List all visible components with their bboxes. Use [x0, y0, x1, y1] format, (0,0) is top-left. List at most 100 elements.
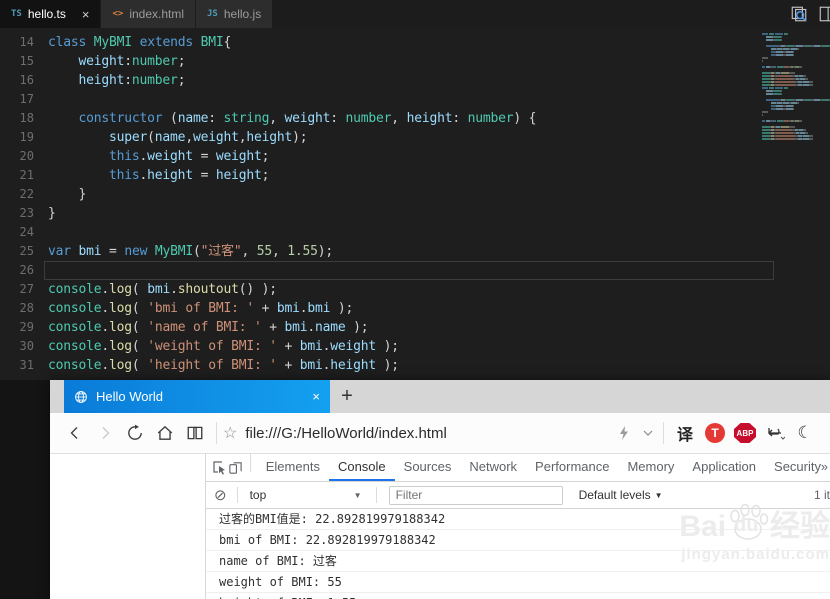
tampermonkey-extension-icon[interactable]: T — [700, 418, 730, 448]
code-text: class MyBMI extends BMI{ — [34, 33, 231, 52]
editor-tab-hello.js[interactable]: JShello.js — [196, 0, 273, 28]
code-text: console.log( 'bmi of BMI: ' + bmi.bmi ); — [34, 299, 353, 318]
divider — [663, 422, 664, 444]
devtools-tab-network[interactable]: Network — [460, 454, 526, 481]
code-editor[interactable]: 14class MyBMI extends BMI{15 weight:numb… — [0, 28, 830, 380]
hidden-messages-count: 1 it — [814, 488, 830, 502]
line-number: 29 — [0, 318, 34, 337]
devtools-tab-bar: ElementsConsoleSourcesNetworkPerformance… — [206, 454, 830, 482]
devtools-tab-elements[interactable]: Elements — [257, 454, 329, 481]
line-number: 20 — [0, 147, 34, 166]
code-line-17[interactable]: 17 — [0, 90, 830, 109]
filter-input[interactable] — [389, 486, 563, 505]
divider — [376, 487, 377, 503]
tab-label: hello.js — [224, 7, 261, 21]
clear-console-icon[interactable]: ⊘ — [214, 486, 227, 504]
code-text: constructor (name: string, weight: numbe… — [34, 109, 536, 128]
devtools-tab-sources[interactable]: Sources — [395, 454, 461, 481]
line-number: 15 — [0, 52, 34, 71]
refresh-icon[interactable] — [120, 418, 150, 448]
split-editor-icon[interactable] — [818, 5, 830, 23]
line-number: 24 — [0, 223, 34, 242]
code-line-18[interactable]: 18 constructor (name: string, weight: nu… — [0, 109, 830, 128]
undo-close-tab-icon[interactable] — [760, 418, 790, 448]
minimap[interactable] — [758, 33, 830, 141]
tab-label: hello.ts — [28, 7, 66, 21]
back-icon[interactable] — [60, 418, 90, 448]
code-line-21[interactable]: 21 this.height = height; — [0, 166, 830, 185]
home-icon[interactable] — [150, 418, 180, 448]
line-number: 21 — [0, 166, 34, 185]
code-text: height:number; — [34, 71, 185, 90]
log-levels-dropdown[interactable]: Default levels ▼ — [579, 488, 663, 502]
dark-mode-moon-icon[interactable]: ☾ — [790, 418, 820, 448]
code-text: this.height = height; — [34, 166, 269, 185]
tab-label: index.html — [129, 7, 184, 21]
devtools-tab-memory[interactable]: Memory — [618, 454, 683, 481]
code-line-23[interactable]: 23} — [0, 204, 830, 223]
line-number: 28 — [0, 299, 34, 318]
code-line-22[interactable]: 22 } — [0, 185, 830, 204]
devtools-overflow-icon[interactable]: » — [821, 459, 828, 474]
editor-actions — [790, 0, 830, 28]
console-toolbar: ⊘ top ▼ Default levels ▼ 1 it — [206, 482, 830, 509]
new-tab-button[interactable]: + — [330, 380, 364, 413]
editor-tab-index.html[interactable]: <> index.html — [101, 0, 196, 28]
context-selector[interactable]: top ▼ — [244, 488, 370, 502]
console-log-row: height of BMI: 1.55 — [206, 593, 830, 599]
divider — [237, 487, 238, 503]
code-text: } — [34, 204, 56, 223]
inspect-element-icon[interactable] — [212, 454, 228, 481]
adblock-extension-icon[interactable]: ABP — [730, 418, 760, 448]
browser-tab-hello-world[interactable]: Hello World × — [64, 380, 330, 413]
url-field[interactable]: file:///G:/HelloWorld/index.html — [237, 425, 609, 442]
devtools-tab-application[interactable]: Application — [683, 454, 765, 481]
console-log-row: name of BMI: 过客 — [206, 551, 830, 572]
code-text: console.log( 'weight of BMI: ' + bmi.wei… — [34, 337, 399, 356]
line-number: 14 — [0, 33, 34, 52]
code-line-19[interactable]: 19 super(name,weight,height); — [0, 128, 830, 147]
translate-extension-icon[interactable]: 译 — [670, 418, 700, 448]
code-text: weight:number; — [34, 52, 185, 71]
code-line-24[interactable]: 24 — [0, 223, 830, 242]
devtools-tab-performance[interactable]: Performance — [526, 454, 618, 481]
favorite-star-icon[interactable]: ☆ — [223, 423, 237, 443]
browser-content: ElementsConsoleSourcesNetworkPerformance… — [50, 454, 830, 599]
lightning-icon[interactable] — [609, 418, 639, 448]
code-line-30[interactable]: 30console.log( 'weight of BMI: ' + bmi.w… — [0, 337, 830, 356]
browser-tab-title: Hello World — [96, 389, 304, 404]
search-editor-icon[interactable] — [790, 5, 808, 23]
code-text: console.log( 'height of BMI: ' + bmi.hei… — [34, 356, 399, 375]
code-line-29[interactable]: 29console.log( 'name of BMI: ' + bmi.nam… — [0, 318, 830, 337]
file-type-icon: <> — [112, 9, 123, 19]
code-line-31[interactable]: 31console.log( 'height of BMI: ' + bmi.h… — [0, 356, 830, 375]
code-line-27[interactable]: 27console.log( bmi.shoutout() ); — [0, 280, 830, 299]
device-toolbar-icon[interactable] — [228, 454, 244, 481]
line-number: 27 — [0, 280, 34, 299]
line-number: 19 — [0, 128, 34, 147]
line-number: 31 — [0, 356, 34, 375]
divider — [216, 422, 217, 444]
caret-down-icon: ▼ — [655, 491, 663, 500]
code-text: this.weight = weight; — [34, 147, 269, 166]
code-line-14[interactable]: 14class MyBMI extends BMI{ — [0, 33, 830, 52]
line-number: 30 — [0, 337, 34, 356]
tab-close-icon[interactable]: × — [312, 389, 320, 404]
forward-icon[interactable] — [90, 418, 120, 448]
line-number: 16 — [0, 71, 34, 90]
code-line-25[interactable]: 25var bmi = new MyBMI("过客", 55, 1.55); — [0, 242, 830, 261]
devtools-tab-console[interactable]: Console — [329, 454, 395, 481]
close-tab-icon[interactable]: × — [82, 7, 90, 22]
console-log-row: weight of BMI: 55 — [206, 572, 830, 593]
code-line-15[interactable]: 15 weight:number; — [0, 52, 830, 71]
editor-tab-hello.ts[interactable]: TShello.ts× — [0, 0, 101, 28]
code-line-20[interactable]: 20 this.weight = weight; — [0, 147, 830, 166]
browser-window: Hello World × + ☆ file:///G:/Hel — [50, 380, 830, 598]
reading-list-icon[interactable] — [180, 418, 210, 448]
console-log-row: bmi of BMI: 22.892819979188342 — [206, 530, 830, 551]
chevron-down-icon[interactable] — [639, 418, 657, 448]
code-line-16[interactable]: 16 height:number; — [0, 71, 830, 90]
line-number: 26 — [0, 261, 34, 280]
browser-tab-strip: Hello World × + — [50, 380, 830, 413]
code-line-28[interactable]: 28console.log( 'bmi of BMI: ' + bmi.bmi … — [0, 299, 830, 318]
